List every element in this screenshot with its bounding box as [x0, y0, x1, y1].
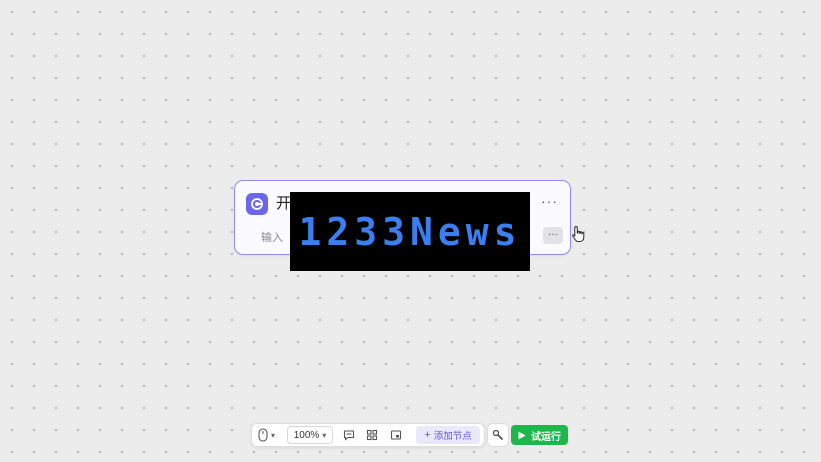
bottom-toolbar: ▾ 100% ▾ + 添加节点: [251, 423, 485, 447]
add-node-label: 添加节点: [433, 431, 472, 442]
comment-icon: [343, 430, 355, 441]
add-node-button[interactable]: + 添加节点: [416, 426, 480, 444]
grid-icon: [366, 429, 378, 441]
minimap-button[interactable]: [390, 429, 402, 441]
pointer-mode-button[interactable]: ▾: [258, 428, 275, 442]
test-run-button[interactable]: 试运行: [511, 425, 568, 445]
node-input-label: 输入: [261, 232, 283, 244]
layout-button[interactable]: [366, 429, 378, 441]
node-title: 开: [276, 195, 292, 212]
plus-icon: +: [424, 429, 431, 441]
minimap-icon: [390, 430, 402, 440]
watermark-overlay: 1233News: [290, 192, 530, 271]
hand-cursor-icon: [571, 225, 587, 248]
run-label: 试运行: [531, 431, 561, 443]
zoom-value: 100%: [293, 429, 320, 441]
comment-button[interactable]: [343, 429, 355, 441]
chevron-down-icon: ▾: [322, 430, 327, 440]
mouse-icon: [258, 428, 268, 442]
node-edit-button[interactable]: ···: [543, 227, 563, 244]
watermark-text: 1233News: [298, 209, 522, 254]
play-icon: [518, 431, 526, 439]
start-icon: [246, 193, 268, 215]
tools-button[interactable]: [487, 423, 509, 447]
node-more-button[interactable]: ···: [541, 193, 558, 209]
chevron-down-icon: ▾: [271, 430, 276, 440]
zoom-select[interactable]: 100% ▾: [287, 426, 333, 444]
wrench-icon: [492, 429, 504, 441]
